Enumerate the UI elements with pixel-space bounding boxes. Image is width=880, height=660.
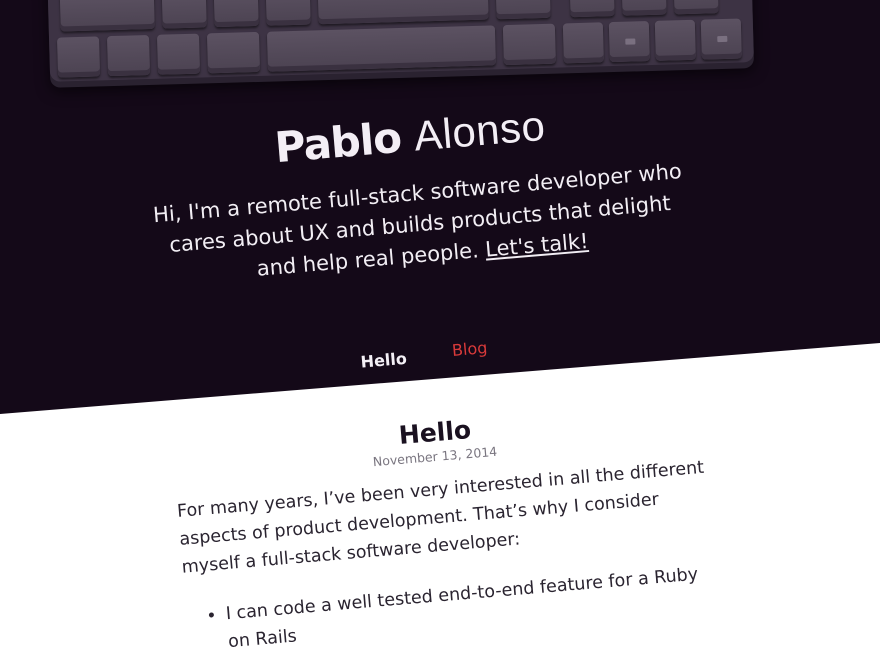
main-nav: Hello Blog <box>339 328 541 375</box>
post-body: For many years, I’ve been very intereste… <box>176 454 718 660</box>
hero-content: Pablo Alonso Hi, I'm a remote full-stack… <box>0 0 880 420</box>
nav-item-hello[interactable]: Hello <box>360 349 408 372</box>
post-paragraph: For many years, I’ve been very intereste… <box>176 457 705 578</box>
site-tagline: Hi, I'm a remote full-stack software dev… <box>147 156 693 294</box>
lets-talk-link[interactable]: Let's talk! <box>484 229 589 262</box>
page: Pablo Alonso Hi, I'm a remote full-stack… <box>0 0 880 660</box>
site-title: Pablo Alonso <box>258 100 561 175</box>
tagline-text: Hi, I'm a remote full-stack software dev… <box>152 158 683 281</box>
nav-item-blog[interactable]: Blog <box>451 338 488 360</box>
list-item: I can code a well tested end-to-end feat… <box>225 559 718 656</box>
site-title-first: Pablo <box>272 112 403 173</box>
site-title-last: Alonso <box>412 101 547 160</box>
